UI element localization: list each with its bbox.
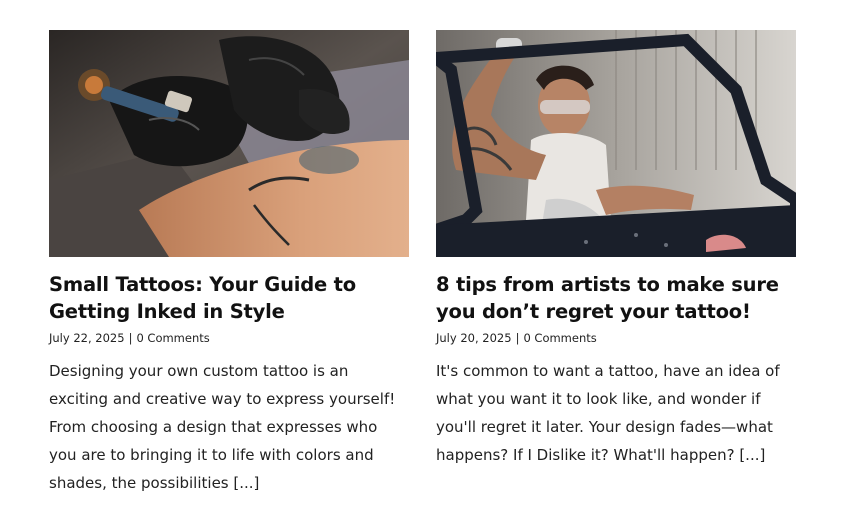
post-thumbnail-tattoo-artist[interactable] (49, 30, 409, 257)
post-title[interactable]: 8 tips from artists to make sure you don… (436, 271, 796, 325)
post-excerpt: Designing your own custom tattoo is an e… (49, 362, 396, 492)
post-thumbnail-tattooed-woman-car[interactable] (436, 30, 796, 257)
blog-post-card: Small Tattoos: Your Guide to Getting Ink… (49, 30, 409, 512)
post-meta: July 20, 2025 | 0 Comments (436, 330, 796, 346)
comments-link[interactable]: 0 Comments (136, 331, 209, 345)
tattooed-woman-photo (436, 30, 796, 257)
post-excerpt: It's common to want a tattoo, have an id… (436, 362, 780, 464)
post-meta: July 22, 2025 | 0 Comments (49, 330, 409, 346)
comments-link[interactable]: 0 Comments (523, 331, 596, 345)
blog-post-card: 8 tips from artists to make sure you don… (436, 30, 796, 484)
meta-separator: | (515, 331, 520, 345)
meta-separator: | (128, 331, 133, 345)
post-title[interactable]: Small Tattoos: Your Guide to Getting Ink… (49, 271, 409, 325)
tattooing-photo (49, 30, 409, 257)
post-date: July 20, 2025 (436, 331, 512, 345)
post-date: July 22, 2025 (49, 331, 125, 345)
